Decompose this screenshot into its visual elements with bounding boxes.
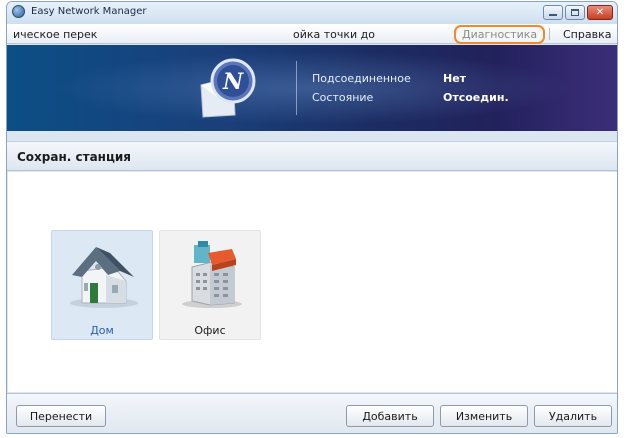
office-building-icon (182, 241, 242, 308)
delete-button[interactable]: Удалить (534, 405, 612, 427)
maximize-button[interactable] (565, 5, 585, 20)
status-banner: N Подсоединенное Нет Состояние Отсоедин. (7, 45, 617, 131)
station-label-home: Дом (90, 324, 114, 337)
app-globe-icon (12, 5, 25, 18)
saved-stations-header: Сохран. станция (7, 141, 617, 171)
maximize-icon (571, 9, 579, 16)
close-button[interactable]: ✕ (587, 5, 613, 20)
network-logo-icon: N (200, 58, 256, 118)
banner-divider (296, 61, 297, 115)
close-icon: ✕ (595, 6, 605, 18)
menu-bar: ическое перек ойка точки до Диагностика … (7, 24, 617, 44)
title-bar: Easy Network Manager ✕ (7, 2, 617, 24)
state-value: Отсоедин. (443, 91, 509, 104)
connected-value: Нет (443, 72, 467, 85)
menu-item-help[interactable]: Справка (563, 28, 611, 41)
station-home[interactable]: Дом (51, 230, 153, 340)
minimize-icon (549, 14, 557, 16)
station-office[interactable]: Офис (159, 230, 261, 340)
app-window: Easy Network Manager ✕ ическое перек ойк… (6, 1, 618, 434)
move-button[interactable]: Перенести (16, 405, 106, 427)
state-label: Состояние (312, 91, 374, 104)
stations-panel: Дом Офис (8, 172, 617, 392)
menu-item-diagnostics[interactable]: Диагностика (454, 25, 546, 44)
menu-item-auto-switch[interactable]: ическое перек (13, 28, 97, 41)
window-title: Easy Network Manager (31, 6, 147, 17)
edit-button[interactable]: Изменить (440, 405, 528, 427)
connected-label: Подсоединенное (312, 72, 411, 85)
menu-item-access-point-setup[interactable]: ойка точки до (293, 28, 375, 41)
add-button[interactable]: Добавить (346, 405, 434, 427)
menu-separator (549, 28, 550, 40)
window-controls: ✕ (543, 5, 613, 20)
minimize-button[interactable] (543, 5, 563, 20)
section-title: Сохран. станция (17, 150, 131, 164)
svg-text:N: N (222, 69, 244, 95)
station-label-office: Офис (194, 324, 226, 337)
action-bar: Перенести Добавить Изменить Удалить (7, 393, 617, 433)
house-icon (70, 247, 138, 308)
